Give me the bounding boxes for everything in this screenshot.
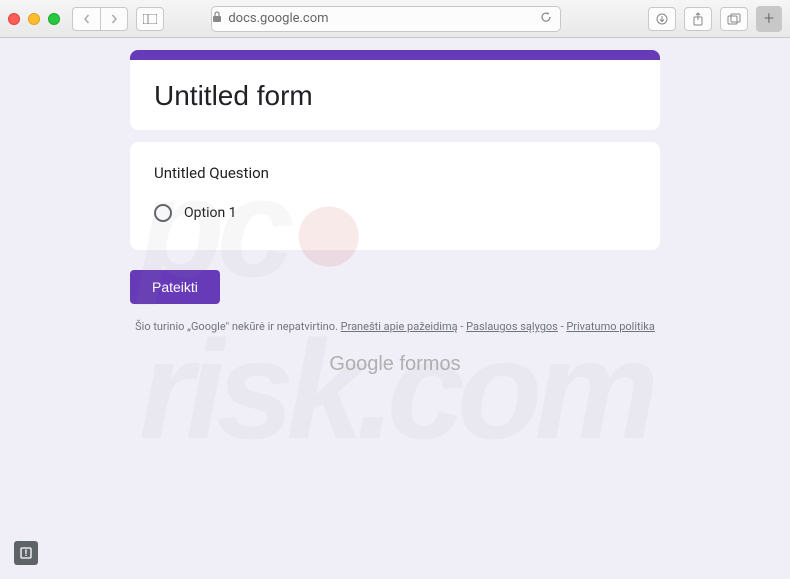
privacy-link[interactable]: Privatumo politika xyxy=(566,320,655,333)
toolbar-right xyxy=(648,7,748,31)
svg-text:!: ! xyxy=(25,549,27,559)
disclaimer-prefix: Šio turinio „Google" nekūrė ir nepatvirt… xyxy=(135,320,341,333)
nav-buttons xyxy=(72,7,128,31)
downloads-button[interactable] xyxy=(648,7,676,31)
form-title: Untitled form xyxy=(154,80,636,112)
back-button[interactable] xyxy=(72,7,100,31)
close-window-button[interactable] xyxy=(8,13,20,25)
form-header-card: Untitled form xyxy=(130,50,660,130)
lock-icon xyxy=(212,11,222,26)
url-text: docs.google.com xyxy=(228,11,328,26)
form-container: Untitled form Untitled Question Option 1… xyxy=(130,50,660,376)
share-button[interactable] xyxy=(684,7,712,31)
question-card: Untitled Question Option 1 xyxy=(130,142,660,250)
new-tab-button[interactable]: + xyxy=(756,6,782,32)
page-content: pc● risk.com Untitled form Untitled Ques… xyxy=(0,38,790,579)
minimize-window-button[interactable] xyxy=(28,13,40,25)
disclaimer: Šio turinio „Google" nekūrė ir nepatvirt… xyxy=(130,320,660,333)
option-label: Option 1 xyxy=(184,205,237,221)
refresh-icon[interactable] xyxy=(540,11,552,27)
browser-toolbar: docs.google.com + xyxy=(0,0,790,38)
forward-button[interactable] xyxy=(100,7,128,31)
tabs-button[interactable] xyxy=(720,7,748,31)
sidebar-button[interactable] xyxy=(136,7,164,31)
report-abuse-button[interactable]: ! xyxy=(14,541,38,565)
report-link[interactable]: Pranešti apie pažeidimą xyxy=(341,320,458,333)
submit-button[interactable]: Pateikti xyxy=(130,270,220,304)
logo-google: Google xyxy=(329,353,394,375)
maximize-window-button[interactable] xyxy=(48,13,60,25)
radio-option-1[interactable]: Option 1 xyxy=(154,204,636,228)
address-bar[interactable]: docs.google.com xyxy=(211,6,561,32)
logo-forms: formos xyxy=(394,353,461,375)
terms-link[interactable]: Paslaugos sąlygos xyxy=(466,320,558,333)
window-controls xyxy=(8,13,60,25)
google-forms-logo: Google formos xyxy=(130,353,660,376)
radio-icon xyxy=(154,204,172,222)
question-title: Untitled Question xyxy=(154,164,636,182)
